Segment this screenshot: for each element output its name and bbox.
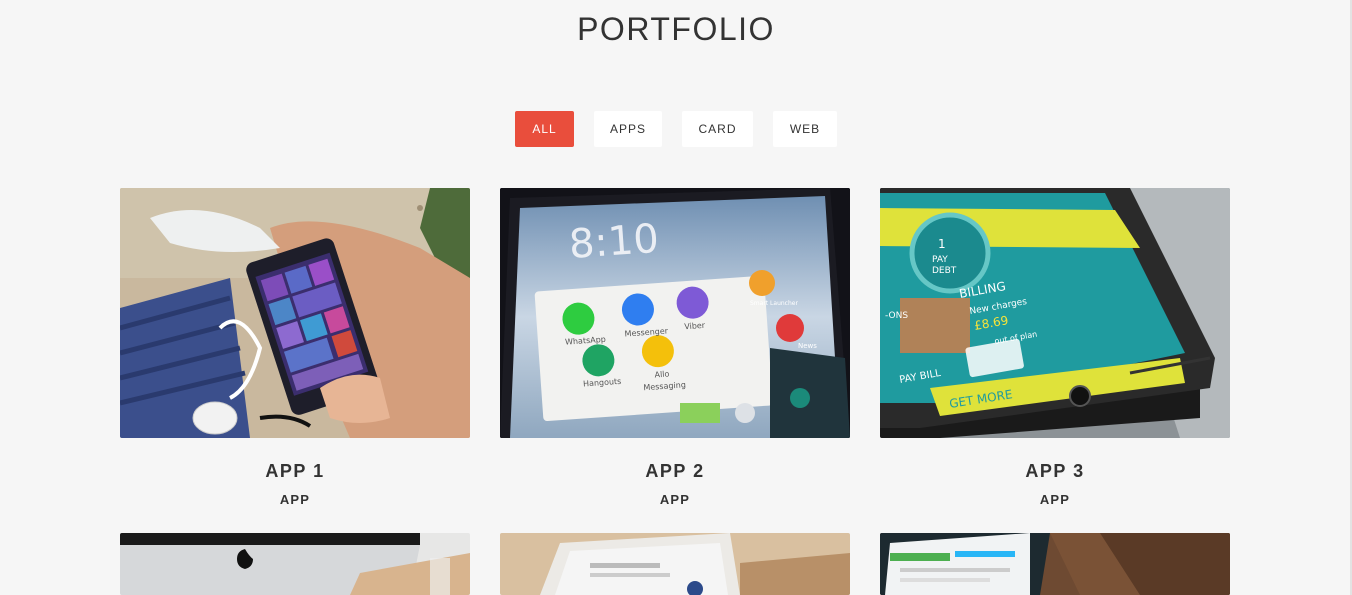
svg-text:-ONS: -ONS [885, 311, 908, 321]
svg-text:Allo: Allo [654, 369, 670, 379]
phone-clock: 8:10 [567, 216, 660, 268]
filter-card-button[interactable]: CARD [682, 111, 753, 147]
portfolio-item-6[interactable] [880, 533, 1230, 595]
portfolio-item-title[interactable]: APP 2 [500, 460, 850, 482]
portfolio-item-app-1[interactable]: APP 1 APP [120, 188, 470, 507]
portfolio-thumbnail[interactable] [120, 188, 470, 438]
portfolio-item-app-2[interactable]: 8:10 WhatsApp Messenger Viber Hangouts A… [500, 188, 850, 507]
hand-holding-windows-phone-photo [120, 188, 470, 438]
svg-text:News: News [798, 342, 817, 350]
android-phone-home-screen-photo: 8:10 WhatsApp Messenger Viber Hangouts A… [500, 188, 850, 438]
portfolio-item-title[interactable]: APP 3 [880, 460, 1230, 482]
section-title: PORTFOLIO [577, 11, 775, 47]
portfolio-item-category: APP [279, 492, 311, 507]
svg-text:1: 1 [938, 237, 946, 251]
portfolio-item-category: APP [659, 492, 691, 507]
phone-billing-app-photo: 1 PAY DEBT -ONS BILLING New charges £8.6… [880, 188, 1230, 438]
svg-text:PAY: PAY [932, 255, 948, 265]
filter-web-button[interactable]: WEB [773, 111, 837, 147]
portfolio-item-4[interactable] [120, 533, 470, 595]
portfolio-thumbnail[interactable]: 1 PAY DEBT -ONS BILLING New charges £8.6… [880, 188, 1230, 438]
portfolio-item-5[interactable] [500, 533, 850, 595]
filter-apps-button[interactable]: APPS [594, 111, 662, 147]
filter-all-button[interactable]: ALL [515, 111, 574, 147]
portfolio-item-title[interactable]: APP 1 [120, 460, 470, 482]
svg-text:Viber: Viber [684, 321, 706, 331]
portfolio-item-app-3[interactable]: 1 PAY DEBT -ONS BILLING New charges £8.6… [880, 188, 1230, 507]
imac-desk-photo [120, 533, 470, 595]
laptop-on-desk-photo [500, 533, 850, 595]
svg-text:Smart Launcher: Smart Launcher [750, 300, 798, 307]
portfolio-thumbnail[interactable] [880, 533, 1230, 595]
portfolio-item-category: APP [1039, 492, 1071, 507]
portfolio-thumbnail[interactable] [500, 533, 850, 595]
portfolio-thumbnail[interactable]: 8:10 WhatsApp Messenger Viber Hangouts A… [500, 188, 850, 438]
web-dashboard-screen-photo [880, 533, 1230, 595]
svg-text:DEBT: DEBT [932, 266, 957, 276]
portfolio-thumbnail[interactable] [120, 533, 470, 595]
portfolio-filter-bar: ALL APPS CARD WEB [0, 111, 1352, 147]
